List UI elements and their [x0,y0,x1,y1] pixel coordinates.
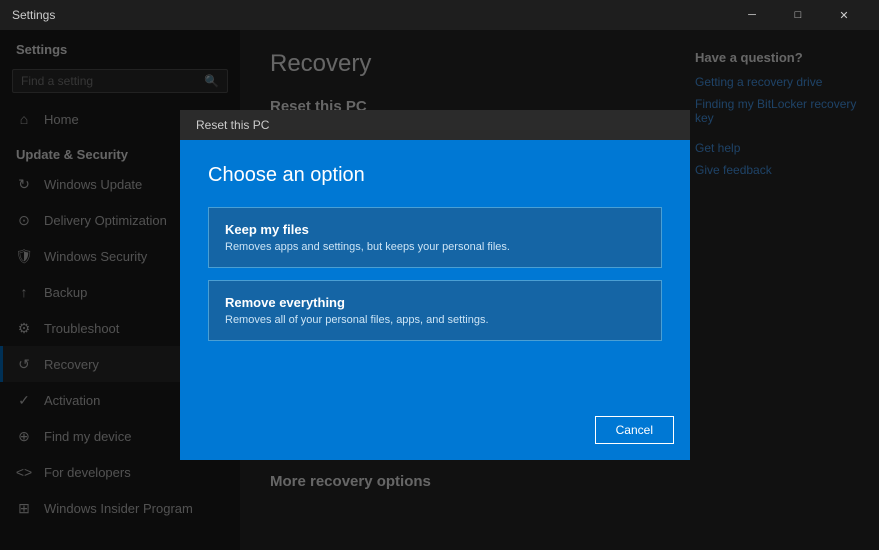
cancel-button[interactable]: Cancel [595,416,674,444]
modal-overlay: Reset this PC Choose an option Keep my f… [0,30,879,550]
title-bar-text: Settings [12,8,729,22]
remove-everything-option[interactable]: Remove everything Removes all of your pe… [208,280,662,341]
dialog-header: Reset this PC [180,110,690,140]
maximize-button[interactable]: □ [775,0,821,30]
keep-files-option[interactable]: Keep my files Removes apps and settings,… [208,207,662,268]
reset-pc-dialog: Reset this PC Choose an option Keep my f… [180,110,690,460]
title-bar-controls: ─ □ ✕ [729,0,867,30]
keep-files-title: Keep my files [225,222,645,237]
keep-files-description: Removes apps and settings, but keeps you… [225,241,645,253]
dialog-footer: Cancel [180,404,690,460]
remove-everything-title: Remove everything [225,295,645,310]
dialog-body: Choose an option Keep my files Removes a… [180,140,690,404]
minimize-button[interactable]: ─ [729,0,775,30]
remove-everything-description: Removes all of your personal files, apps… [225,314,645,326]
dialog-title: Choose an option [208,164,662,187]
title-bar: Settings ─ □ ✕ [0,0,879,30]
close-button[interactable]: ✕ [821,0,867,30]
